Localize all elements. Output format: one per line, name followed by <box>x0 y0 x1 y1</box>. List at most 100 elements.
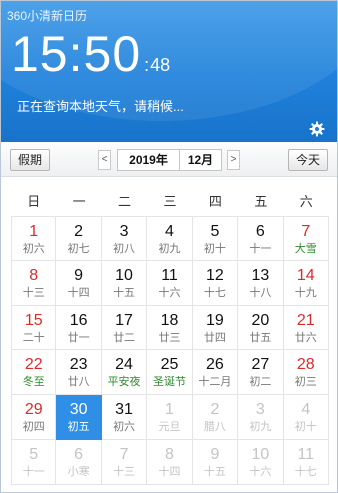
lunar-label: 十四 <box>158 465 181 478</box>
day-cell[interactable]: 19 廿四 <box>192 305 239 351</box>
clock-hours-minutes: 15:50 <box>11 26 142 82</box>
day-cell[interactable]: 28 初三 <box>283 350 329 396</box>
day-cell[interactable]: 2 腊八 <box>192 395 239 440</box>
day-cell[interactable]: 31 初六 <box>101 395 148 440</box>
day-cell[interactable]: 10 十六 <box>238 439 284 485</box>
lunar-label: 初九 <box>249 421 272 434</box>
day-cell[interactable]: 20 廿五 <box>238 305 284 351</box>
day-cell[interactable]: 8 十四 <box>147 439 193 485</box>
day-number: 2 <box>74 223 84 240</box>
lunar-label: 十九 <box>294 286 317 299</box>
day-number: 15 <box>24 311 43 329</box>
day-cell[interactable]: 21 廿六 <box>283 305 329 351</box>
lunar-label: 十四 <box>67 286 90 299</box>
weekday-label: 三 <box>163 194 177 209</box>
day-cell[interactable]: 22 冬至 <box>11 350 57 396</box>
lunar-label: 大雪 <box>294 243 317 255</box>
lunar-label: 十七 <box>294 465 317 478</box>
lunar-label: 初九 <box>158 243 181 255</box>
lunar-label: 十七 <box>203 286 226 299</box>
lunar-label: 腊八 <box>203 421 226 434</box>
day-cell[interactable]: 5 十一 <box>11 439 57 485</box>
day-number: 29 <box>24 401 43 419</box>
day-cell[interactable]: 14 十九 <box>283 260 329 306</box>
lunar-label: 初七 <box>67 243 90 255</box>
day-cell[interactable]: 27 初二 <box>238 350 284 396</box>
day-cell[interactable]: 18 廿三 <box>147 305 193 351</box>
next-month-button[interactable]: > <box>227 150 240 170</box>
day-number: 31 <box>115 401 133 419</box>
day-cell[interactable]: 3 初八 <box>101 216 148 261</box>
day-cell[interactable]: 8 十三 <box>11 260 57 306</box>
weekday-label: 六 <box>299 194 313 209</box>
lunar-label: 廿二 <box>113 331 136 344</box>
prev-month-button[interactable]: < <box>98 150 111 170</box>
day-number: 30 <box>69 401 88 419</box>
day-cell[interactable]: 9 十四 <box>56 260 102 306</box>
lunar-label: 廿六 <box>294 331 317 344</box>
toolbar: 假期 < 2019年 12月 > 今天 <box>1 142 337 177</box>
day-cell[interactable]: 25 圣诞节 <box>147 350 193 396</box>
month-select[interactable]: 12月 <box>180 150 221 170</box>
day-number: 8 <box>165 445 174 463</box>
day-cell[interactable]: 2 初七 <box>56 216 102 261</box>
day-cell[interactable]: 9 十五 <box>192 439 239 485</box>
lunar-label: 十二月 <box>198 376 232 389</box>
day-cell[interactable]: 11 十七 <box>283 439 329 485</box>
day-cell[interactable]: 17 廿二 <box>101 305 148 351</box>
day-number: 16 <box>69 311 88 329</box>
day-cell[interactable]: 16 廿一 <box>56 305 102 351</box>
day-number: 28 <box>296 356 315 374</box>
day-cell[interactable]: 15 二十 <box>11 305 57 351</box>
lunar-label: 初六 <box>113 421 136 434</box>
holiday-button[interactable]: 假期 <box>10 149 50 171</box>
day-cell[interactable]: 4 初九 <box>147 216 193 261</box>
day-number: 11 <box>297 445 315 463</box>
day-number: 23 <box>69 356 88 374</box>
day-cell[interactable]: 4 初十 <box>283 395 329 440</box>
gear-icon[interactable] <box>309 121 325 137</box>
lunar-label: 十八 <box>249 286 272 299</box>
day-cell[interactable]: 7 大雪 <box>283 216 329 261</box>
day-cell[interactable]: 6 小寒 <box>56 439 102 485</box>
day-cell[interactable]: 13 十八 <box>238 260 284 306</box>
day-cell[interactable]: 5 初十 <box>192 216 239 261</box>
day-cell-today[interactable]: 30 初五 <box>56 395 102 440</box>
day-cell[interactable]: 7 十三 <box>101 439 148 485</box>
lunar-label: 平安夜 <box>107 376 141 389</box>
lunar-label: 初二 <box>249 376 272 389</box>
day-cell[interactable]: 1 初六 <box>11 216 57 261</box>
lunar-label: 十五 <box>203 465 226 478</box>
day-cell[interactable]: 12 十七 <box>192 260 239 306</box>
year-select[interactable]: 2019年 <box>118 150 180 170</box>
day-cell[interactable]: 6 十一 <box>238 216 284 261</box>
day-cell[interactable]: 24 平安夜 <box>101 350 148 396</box>
today-button[interactable]: 今天 <box>288 149 328 171</box>
day-cell[interactable]: 10 十五 <box>101 260 148 306</box>
day-number: 1 <box>165 401 174 419</box>
lunar-label: 初十 <box>294 421 317 434</box>
day-cell[interactable]: 29 初四 <box>11 395 57 440</box>
lunar-label: 初六 <box>22 243 45 255</box>
day-number: 8 <box>29 266 39 284</box>
day-number: 9 <box>210 445 220 463</box>
lunar-label: 廿一 <box>67 331 90 344</box>
lunar-label: 初三 <box>294 376 317 389</box>
lunar-label: 廿三 <box>158 331 181 344</box>
day-cell[interactable]: 26 十二月 <box>192 350 239 396</box>
day-number: 11 <box>161 266 178 284</box>
day-cell[interactable]: 3 初九 <box>238 395 284 440</box>
day-number: 6 <box>255 223 265 240</box>
weekday-label: 日 <box>27 194 41 209</box>
lunar-label: 廿八 <box>67 376 90 389</box>
day-number: 10 <box>115 266 133 284</box>
day-number: 3 <box>119 223 129 240</box>
day-number: 13 <box>251 266 270 284</box>
lunar-label: 元旦 <box>158 421 181 434</box>
day-cell[interactable]: 11 十六 <box>147 260 193 306</box>
day-number: 7 <box>301 223 311 240</box>
day-cell[interactable]: 1 元旦 <box>147 395 193 440</box>
year-month-selector: 2019年 12月 <box>117 149 222 171</box>
weekday-label: 一 <box>72 194 86 209</box>
day-cell[interactable]: 23 廿八 <box>56 350 102 396</box>
